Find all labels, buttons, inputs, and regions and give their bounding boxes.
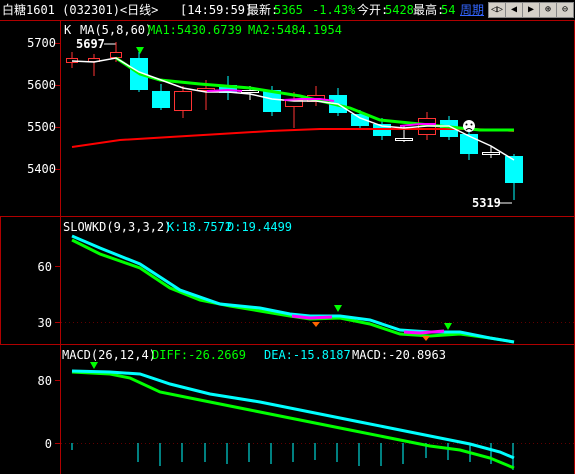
kline-legend: K MA(5,8,60) MA1:5430.6739 MA2:5484.1954 (64, 23, 342, 37)
legend-k: K (64, 23, 72, 37)
candle-20 (482, 146, 500, 158)
candle-21 (505, 154, 523, 200)
legend-ma-params: MA(5,8,60) (80, 23, 152, 37)
low-mark: 5319 (472, 196, 501, 210)
kd-down-arrow-1 (334, 305, 342, 312)
legend-dea: DEA:-15.8187 (264, 348, 351, 362)
candle-12 (307, 86, 325, 106)
ma1-highlight-3 (206, 88, 243, 92)
macd-legend: MACD(26,12,4) DIFF:-26.2669 DEA:-15.8187… (62, 348, 446, 362)
legend-kd-k: K:18.7572 (167, 220, 232, 234)
moving-averages (71, 56, 515, 161)
candle-6 (174, 86, 192, 118)
legend-ma2: MA2:5484.1954 (248, 23, 342, 37)
legend-ma1: MA1:5430.6739 (148, 23, 242, 37)
kd-highlight-2 (403, 329, 445, 335)
macd-axis-80: 80 (38, 374, 52, 388)
kd-down-arrow-2 (444, 323, 452, 330)
high-mark: 5697 (76, 37, 105, 51)
candlesticks (66, 42, 523, 200)
legend-diff: DIFF:-26.2669 (152, 348, 246, 362)
kd-axis-30: 30 (38, 316, 52, 330)
candle-1 (66, 52, 78, 68)
down-signal-arrow (136, 47, 144, 54)
price-axis-5500: 5500 (27, 120, 56, 134)
candle-2 (88, 54, 100, 76)
legend-macd: MACD(26,12,4) (62, 348, 156, 362)
macd-down-arrow (90, 362, 98, 369)
slowkd-legend: SLOWKD(9,3,3,2) K:18.7572 D:19.4499 (63, 220, 292, 234)
kd-up-arrow-2 (422, 336, 430, 341)
price-axis-labels: 5700 5600 5500 5400 60 30 80 0 (27, 36, 56, 451)
macd-axis-0: 0 (45, 437, 52, 451)
axis-ticks (55, 43, 60, 444)
legend-macd-value: MACD:-20.8963 (352, 348, 446, 362)
price-axis-5600: 5600 (27, 78, 56, 92)
chart-area[interactable]: 5700 5600 5500 5400 60 30 80 0 K MA(5,8,… (0, 0, 575, 474)
kd-up-arrow-1 (312, 322, 320, 327)
candle-13 (329, 88, 347, 116)
price-axis-5400: 5400 (27, 162, 56, 176)
candle-5 (152, 84, 170, 110)
price-axis-5700: 5700 (27, 36, 56, 50)
legend-kd-d: D:19.4499 (227, 220, 292, 234)
kd-axis-60: 60 (38, 260, 52, 274)
sad-face-icon (463, 120, 475, 132)
legend-slowkd: SLOWKD(9,3,3,2) (63, 220, 171, 234)
